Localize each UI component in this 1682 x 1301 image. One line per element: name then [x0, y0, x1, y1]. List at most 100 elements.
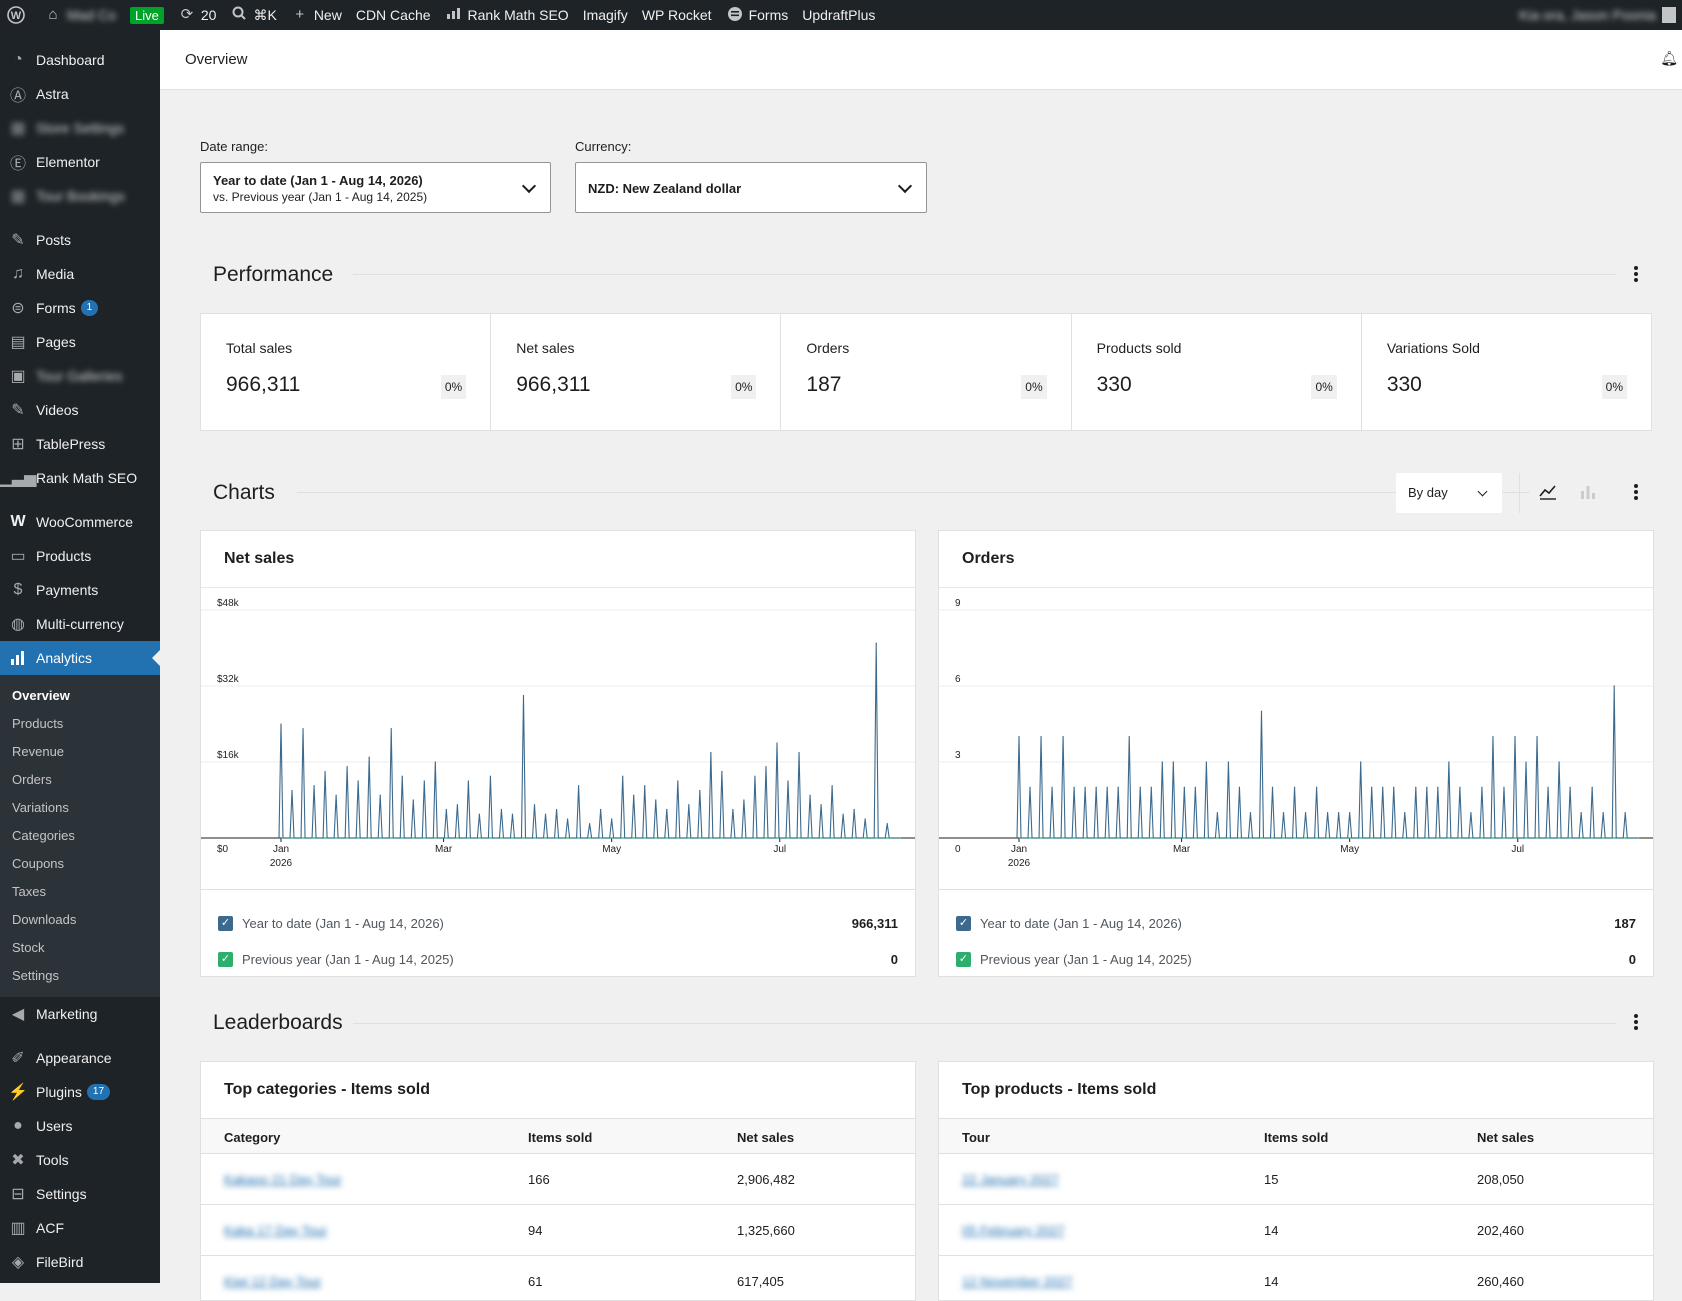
legend-current[interactable]: ✓ Year to date (Jan 1 - Aug 14, 2026) 18… [956, 914, 1636, 934]
my-account[interactable]: Kia ora, Jason Poonia [1519, 0, 1682, 30]
top-products-card: Top products - Items sold Tour Items sol… [938, 1061, 1654, 1301]
category-link[interactable]: Kakaoo 21 Day Tour [224, 1172, 342, 1187]
wp-logo-button[interactable]: W [0, 0, 37, 30]
menu-users[interactable]: ● Users [0, 1109, 160, 1143]
legend-current[interactable]: ✓ Year to date (Jan 1 - Aug 14, 2026) 96… [218, 914, 898, 934]
menu-videos[interactable]: ✎ Videos [0, 393, 160, 427]
menu-label: Tools [36, 1152, 69, 1168]
column-header[interactable]: Items sold [528, 1130, 592, 1145]
category-link[interactable]: Kaka 17 Day Tour [224, 1223, 327, 1238]
line-chart-toggle-icon[interactable] [1538, 482, 1558, 507]
menu-acf[interactable]: ▥ ACF [0, 1211, 160, 1245]
command-search-button[interactable]: ⌘K [223, 0, 283, 30]
charts-menu-icon[interactable] [1627, 481, 1645, 503]
menu-pages[interactable]: ▤ Pages [0, 325, 160, 359]
menu-rank-math[interactable]: ▁▃▅ Rank Math SEO [0, 461, 160, 495]
menu-products[interactable]: ▭ Products [0, 539, 160, 573]
column-header[interactable]: Net sales [1477, 1130, 1534, 1145]
cdn-cache-link[interactable]: CDN Cache [349, 0, 438, 30]
submenu-taxes[interactable]: Taxes [0, 877, 160, 905]
column-header[interactable]: Category [224, 1130, 280, 1145]
leaderboards-menu-icon[interactable] [1627, 1011, 1645, 1033]
menu-appearance[interactable]: ✐ Appearance [0, 1041, 160, 1075]
menu-tour-bookings[interactable]: ▦ Tour Bookings [0, 179, 160, 213]
submenu-revenue[interactable]: Revenue [0, 737, 160, 765]
performance-menu-icon[interactable] [1627, 263, 1645, 285]
data-point [1437, 786, 1439, 788]
stat-card-orders[interactable]: Orders 187 0% [781, 314, 1072, 430]
submenu-overview[interactable]: Overview [0, 681, 160, 709]
menu-woocommerce[interactable]: W WooCommerce [0, 505, 160, 539]
wp-rocket-link[interactable]: WP Rocket [635, 0, 719, 30]
column-header[interactable]: Tour [962, 1130, 990, 1145]
stat-card-products-sold[interactable]: Products sold 330 0% [1072, 314, 1362, 430]
legend-previous[interactable]: ✓ Previous year (Jan 1 - Aug 14, 2025) 0 [956, 950, 1636, 970]
menu-astra[interactable]: Ⓐ Astra [0, 77, 160, 111]
legend-previous[interactable]: ✓ Previous year (Jan 1 - Aug 14, 2025) 0 [218, 950, 898, 970]
menu-store-settings[interactable]: ▦ Store Settings [0, 111, 160, 145]
data-point [754, 775, 756, 777]
product-link[interactable]: 12 November 2027 [962, 1274, 1073, 1289]
new-content-link[interactable]: + New [284, 0, 349, 30]
menu-analytics[interactable]: Analytics [0, 641, 160, 675]
stat-card-net-sales[interactable]: Net sales 966,311 0% [491, 314, 782, 430]
menu-posts[interactable]: ✎ Posts [0, 223, 160, 257]
legend-label: Previous year (Jan 1 - Aug 14, 2025) [980, 952, 1192, 967]
submenu-products[interactable]: Products [0, 709, 160, 737]
updraftplus-link[interactable]: UpdraftPlus [795, 0, 882, 30]
category-link[interactable]: Kiwi 12 Day Tour [224, 1274, 321, 1289]
live-indicator[interactable]: Live [123, 0, 171, 30]
product-link[interactable]: 22 January 2027 [962, 1172, 1059, 1187]
submenu-coupons[interactable]: Coupons [0, 849, 160, 877]
menu-media[interactable]: ♫ Media [0, 257, 160, 291]
forms-link[interactable]: Forms [719, 0, 796, 30]
menu-dashboard[interactable]: ◔ Dashboard [0, 43, 160, 77]
submenu-stock[interactable]: Stock [0, 933, 160, 961]
menu-filebird[interactable]: ◈ FileBird [0, 1245, 160, 1279]
bar-chart-toggle-icon[interactable] [1578, 482, 1598, 507]
bell-icon[interactable]: 🔔︎ [1660, 50, 1678, 67]
menu-multi-currency[interactable]: ◍ Multi-currency [0, 607, 160, 641]
updates-link[interactable]: ⟳ 20 [171, 0, 224, 30]
submenu-settings[interactable]: Settings [0, 961, 160, 989]
chart-title: Net sales [224, 550, 295, 567]
data-point [511, 813, 514, 815]
table-row: 22 January 2027 15 208,050 [939, 1154, 1653, 1205]
stat-card-total-sales[interactable]: Total sales 966,311 0% [201, 314, 492, 430]
data-point [644, 785, 646, 787]
menu-marketing[interactable]: ◀ Marketing [0, 997, 160, 1031]
menu-settings[interactable]: ⊟ Settings [0, 1177, 160, 1211]
live-badge: Live [130, 6, 164, 24]
submenu-orders[interactable]: Orders [0, 765, 160, 793]
stat-card-variations-sold[interactable]: Variations Sold 330 0% [1362, 314, 1651, 430]
column-header[interactable]: Net sales [737, 1130, 794, 1145]
net-sales-chart[interactable]: $0 $16k $32k $48k Jan 2026 Mar May Jul [201, 588, 915, 888]
menu-tablepress[interactable]: ⊞ TablePress [0, 427, 160, 461]
menu-elementor[interactable]: Ⓔ Elementor [0, 145, 160, 179]
submenu-variations[interactable]: Variations [0, 793, 160, 821]
menu-label: Multi-currency [36, 616, 124, 632]
menu-plugins[interactable]: ⚡ Plugins 17 [0, 1075, 160, 1109]
checkbox-checked-icon[interactable]: ✓ [218, 952, 233, 967]
imagify-link[interactable]: Imagify [576, 0, 635, 30]
checkbox-checked-icon[interactable]: ✓ [956, 952, 971, 967]
column-header[interactable]: Items sold [1264, 1130, 1328, 1145]
checkbox-checked-icon[interactable]: ✓ [956, 916, 971, 931]
orders-chart[interactable]: 0 3 6 9 Jan 2026 Mar May Jul [939, 588, 1653, 888]
currency-select[interactable]: NZD: New Zealand dollar [575, 162, 927, 213]
interval-select[interactable]: By day [1396, 473, 1502, 513]
data-point [456, 804, 458, 806]
menu-tools[interactable]: ✖ Tools [0, 1143, 160, 1177]
submenu-categories[interactable]: Categories [0, 821, 160, 849]
date-range-picker[interactable]: Year to date (Jan 1 - Aug 14, 2026) vs. … [200, 162, 551, 213]
rank-math-link[interactable]: Rank Math SEO [438, 0, 576, 30]
submenu-downloads[interactable]: Downloads [0, 905, 160, 933]
checkbox-checked-icon[interactable]: ✓ [218, 916, 233, 931]
data-point [445, 808, 447, 811]
site-name-link[interactable]: ⌂ Mad Co [37, 0, 123, 30]
menu-payments[interactable]: $ Payments [0, 573, 160, 607]
menu-tour-galleries[interactable]: ▣ Tour Galleries [0, 359, 160, 393]
menu-forms[interactable]: ⊜ Forms 1 [0, 291, 160, 325]
chart-title: Orders [962, 550, 1015, 567]
product-link[interactable]: 05 February 2027 [962, 1223, 1065, 1238]
